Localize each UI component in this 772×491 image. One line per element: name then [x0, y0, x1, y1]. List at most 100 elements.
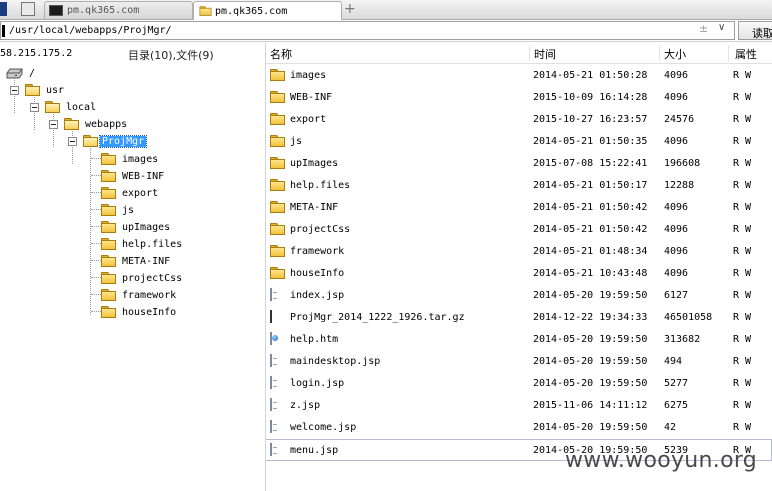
file-name: houseInfo	[290, 268, 345, 279]
file-name: help.files	[290, 180, 351, 191]
file-name: export	[290, 114, 327, 125]
file-row[interactable]: upImages 2015-07-08 15:22:41 196608 R W	[266, 153, 772, 175]
file-attr: R W	[733, 246, 752, 257]
plus-minus-icon[interactable]: ±	[699, 22, 708, 35]
file-row[interactable]: export 2015-10-27 16:23:57 24576 R W	[266, 109, 772, 131]
tree-item-label: projectCss	[122, 272, 183, 284]
file-name: WEB-INF	[290, 92, 333, 103]
file-row[interactable]: login.jsp 2014-05-20 19:59:50 5277 R W	[266, 373, 772, 395]
tree-item-export[interactable]: export	[101, 185, 158, 201]
file-row[interactable]: houseInfo 2014-05-21 10:43:48 4096 R W	[266, 263, 772, 285]
file-time: 2014-05-21 01:50:17	[533, 180, 648, 191]
tree-item-root[interactable]: /	[6, 65, 35, 81]
file-row[interactable]: z.jsp 2015-11-06 14:11:12 6275 R W	[266, 395, 772, 417]
column-header-name[interactable]: 名称	[270, 46, 292, 62]
chevron-down-icon[interactable]: ∨	[718, 22, 725, 33]
folder-icon	[101, 204, 116, 216]
file-time: 2014-05-21 01:50:28	[533, 70, 648, 81]
path-bar: /usr/local/webapps/ProjMgr/ ± ∨ 读取	[0, 20, 772, 42]
folder-open-icon	[64, 118, 79, 130]
column-header-time[interactable]: 时间	[534, 46, 556, 62]
folder-icon	[199, 6, 212, 16]
collapse-icon[interactable]	[49, 120, 58, 129]
folder-icon	[270, 267, 285, 279]
path-input[interactable]: /usr/local/webapps/ProjMgr/	[0, 21, 735, 40]
file-attr: R W	[733, 180, 752, 191]
file-name: login.jsp	[290, 378, 345, 389]
folder-icon	[101, 255, 116, 267]
folder-icon	[270, 201, 285, 213]
tab-file-manager[interactable]: pm.qk365.com	[193, 1, 342, 20]
file-row[interactable]: help.files 2014-05-21 01:50:17 12288 R W	[266, 175, 772, 197]
file-attr: R W	[733, 158, 752, 169]
file-row[interactable]: maindesktop.jsp 2014-05-20 19:59:50 494 …	[266, 351, 772, 373]
file-size: 4096	[664, 268, 689, 279]
file-name: upImages	[290, 158, 339, 169]
tree-item-help-files[interactable]: help.files	[101, 236, 182, 252]
file-name: ProjMgr_2014_1222_1926.tar.gz	[290, 312, 465, 323]
new-tab-button[interactable]: +	[344, 1, 356, 17]
tree-item-framework[interactable]: framework	[101, 287, 176, 303]
folder-open-icon	[45, 101, 60, 113]
collapse-icon[interactable]	[68, 137, 77, 146]
tree-item-web-inf[interactable]: WEB-INF	[101, 168, 164, 184]
file-size: 313682	[664, 334, 701, 345]
file-size: 4096	[664, 246, 689, 257]
tree-item-local[interactable]: local	[30, 99, 96, 115]
file-name: z.jsp	[290, 400, 321, 411]
tree-item-label: framework	[122, 289, 177, 301]
tree-item-projectcss[interactable]: projectCss	[101, 270, 182, 286]
directory-tree: / usr local webapps ProjMgr images WEB-I…	[0, 65, 265, 365]
file-row[interactable]: framework 2014-05-21 01:48:34 4096 R W	[266, 241, 772, 263]
file-time: 2014-05-21 01:48:34	[533, 246, 648, 257]
file-size: 494	[664, 356, 683, 367]
tree-item-webapps[interactable]: webapps	[49, 116, 127, 132]
file-list-pane: 名称 时间 大小 属性 images 2014-05-21 01:50:28 4…	[266, 43, 772, 491]
tree-item-meta-inf[interactable]: META-INF	[101, 253, 170, 269]
tree-item-upimages[interactable]: upImages	[101, 219, 170, 235]
tab-terminal[interactable]: pm.qk365.com	[44, 1, 193, 19]
file-name: META-INF	[290, 202, 339, 213]
file-row[interactable]: help.htm 2014-05-20 19:59:50 313682 R W	[266, 329, 772, 351]
tree-item-houseinfo[interactable]: houseInfo	[101, 304, 176, 320]
file-row[interactable]: welcome.jsp 2014-05-20 19:59:50 42 R W	[266, 417, 772, 439]
tree-item-usr[interactable]: usr	[10, 82, 64, 98]
file-time: 2014-05-21 01:50:35	[533, 136, 648, 147]
window-control-icon[interactable]	[0, 2, 7, 16]
tree-item-images[interactable]: images	[101, 151, 158, 167]
file-time: 2014-05-21 01:50:42	[533, 202, 648, 213]
folder-icon	[101, 170, 116, 182]
file-row[interactable]: images 2014-05-21 01:50:28 4096 R W	[266, 65, 772, 87]
folder-icon	[270, 223, 285, 235]
file-row[interactable]: index.jsp 2014-05-20 19:59:50 6127 R W	[266, 285, 772, 307]
file-attr: R W	[733, 202, 752, 213]
file-time: 2014-05-20 19:59:50	[533, 356, 648, 367]
file-time: 2015-07-08 15:22:41	[533, 158, 648, 169]
file-size: 4096	[664, 70, 689, 81]
tab-overview-icon[interactable]	[21, 2, 35, 16]
file-time: 2014-05-20 19:59:50	[533, 422, 648, 433]
column-header-size[interactable]: 大小	[664, 46, 686, 62]
collapse-icon[interactable]	[10, 86, 19, 95]
tree-item-label: /	[29, 67, 36, 79]
file-row[interactable]: js 2014-05-21 01:50:35 4096 R W	[266, 131, 772, 153]
server-ip: 58.215.175.2	[0, 48, 73, 59]
tree-item-label: local	[66, 101, 97, 113]
tree-item-js[interactable]: js	[101, 202, 134, 218]
list-header: 名称 时间 大小 属性	[266, 43, 772, 64]
file-attr: R W	[733, 290, 752, 301]
file-row[interactable]: ProjMgr_2014_1222_1926.tar.gz 2014-12-22…	[266, 307, 772, 329]
file-row[interactable]: projectCss 2014-05-21 01:50:42 4096 R W	[266, 219, 772, 241]
file-name: images	[290, 70, 327, 81]
folder-icon	[270, 245, 285, 257]
column-header-attr[interactable]: 属性	[735, 46, 757, 62]
file-row[interactable]: META-INF 2014-05-21 01:50:42 4096 R W	[266, 197, 772, 219]
file-attr: R W	[733, 400, 752, 411]
file-time: 2015-10-27 16:23:57	[533, 114, 648, 125]
tree-item-projmgr[interactable]: ProjMgr	[68, 133, 148, 149]
collapse-icon[interactable]	[30, 103, 39, 112]
read-button[interactable]: 读取	[738, 21, 772, 40]
folder-icon	[270, 157, 285, 169]
file-row[interactable]: WEB-INF 2015-10-09 16:14:28 4096 R W	[266, 87, 772, 109]
file-time: 2015-10-09 16:14:28	[533, 92, 648, 103]
